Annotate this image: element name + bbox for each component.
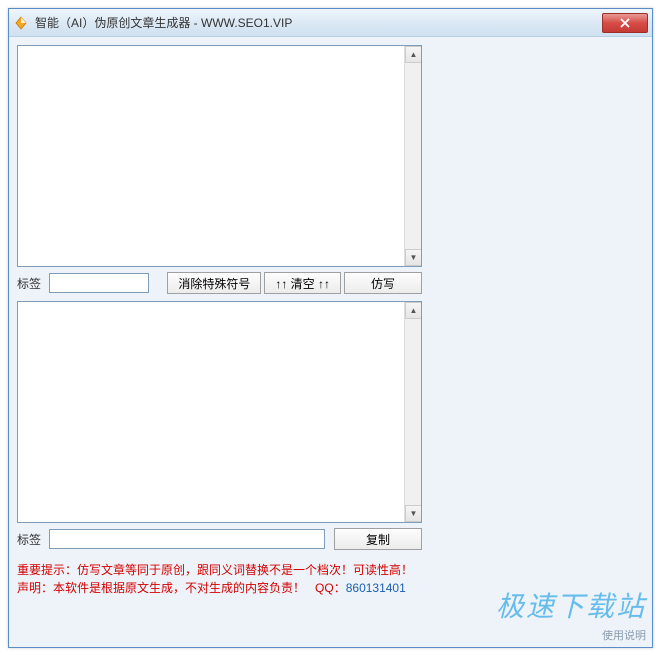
application-window: 智能（AI）伪原创文章生成器 - WWW.SEO1.VIP ▲ ▼ 标签 <box>8 8 653 648</box>
top-controls-row: 标签 消除特殊符号 ↑↑ 清空 ↑↑ 仿写 <box>17 271 422 295</box>
scroll-up-icon[interactable]: ▲ <box>405 46 422 63</box>
notice-line-2: 声明：本软件是根据原文生成，不对生成的内容负责！ QQ：860131401 <box>17 579 422 597</box>
notice-body-1: 仿写文章等同于原创，跟同义词替换不是一个档次！可读性高！ <box>77 563 413 577</box>
qq-number[interactable]: 860131401 <box>346 581 406 595</box>
tag-label-top: 标签 <box>17 275 49 292</box>
result-scrollbar[interactable]: ▲ ▼ <box>404 302 421 522</box>
notice-label-1: 重要提示： <box>17 563 77 577</box>
notice-line-1: 重要提示：仿写文章等同于原创，跟同义词替换不是一个档次！可读性高！ <box>17 561 422 579</box>
notice-label-2: 声明： <box>17 581 53 595</box>
copy-button[interactable]: 复制 <box>334 528 422 550</box>
left-pane: ▲ ▼ 标签 消除特殊符号 ↑↑ 清空 ↑↑ 仿写 ▲ ▼ <box>17 45 422 597</box>
titlebar: 智能（AI）伪原创文章生成器 - WWW.SEO1.VIP <box>9 9 652 37</box>
usage-hint-text: 使用说明 <box>496 627 646 643</box>
brand-text: 极速下载站 <box>496 585 646 625</box>
app-icon <box>13 15 29 31</box>
scroll-down-icon[interactable]: ▼ <box>405 249 422 266</box>
close-icon <box>620 18 630 28</box>
close-button[interactable] <box>602 13 648 33</box>
tag-label-bottom: 标签 <box>17 531 49 548</box>
notice-body-2: 本软件是根据原文生成，不对生成的内容负责！ <box>53 581 305 595</box>
window-title: 智能（AI）伪原创文章生成器 - WWW.SEO1.VIP <box>35 14 602 31</box>
result-textarea-wrap: ▲ ▼ <box>17 301 422 523</box>
result-textarea[interactable] <box>18 302 404 522</box>
notice-block: 重要提示：仿写文章等同于原创，跟同义词替换不是一个档次！可读性高！ 声明：本软件… <box>17 561 422 597</box>
rewrite-button[interactable]: 仿写 <box>344 272 422 294</box>
clear-button[interactable]: ↑↑ 清空 ↑↑ <box>264 272 341 294</box>
source-textarea[interactable] <box>18 46 404 266</box>
bottom-controls-row: 标签 复制 <box>17 527 422 551</box>
remove-special-chars-button[interactable]: 消除特殊符号 <box>167 272 261 294</box>
content-area: ▲ ▼ 标签 消除特殊符号 ↑↑ 清空 ↑↑ 仿写 ▲ ▼ <box>9 37 652 647</box>
scroll-down-icon[interactable]: ▼ <box>405 505 422 522</box>
source-scrollbar[interactable]: ▲ ▼ <box>404 46 421 266</box>
scroll-up-icon[interactable]: ▲ <box>405 302 422 319</box>
tag-input-bottom[interactable] <box>49 529 325 549</box>
source-textarea-wrap: ▲ ▼ <box>17 45 422 267</box>
qq-label: QQ： <box>315 581 346 595</box>
watermark-overlay: 极速下载站 使用说明 <box>496 585 646 643</box>
tag-input-top[interactable] <box>49 273 149 293</box>
